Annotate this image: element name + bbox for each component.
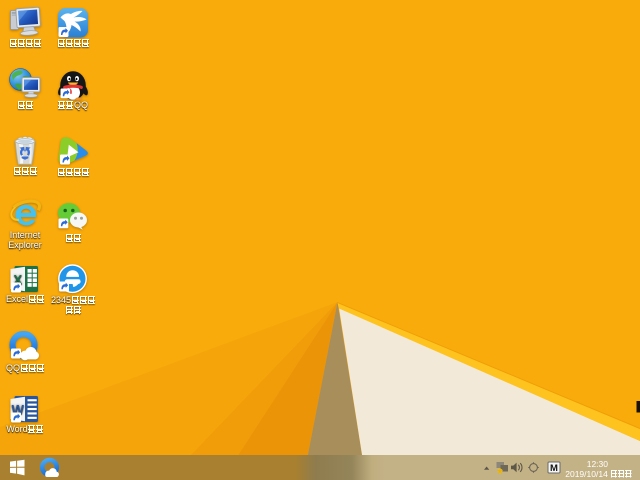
- svg-text:M: M: [550, 463, 558, 474]
